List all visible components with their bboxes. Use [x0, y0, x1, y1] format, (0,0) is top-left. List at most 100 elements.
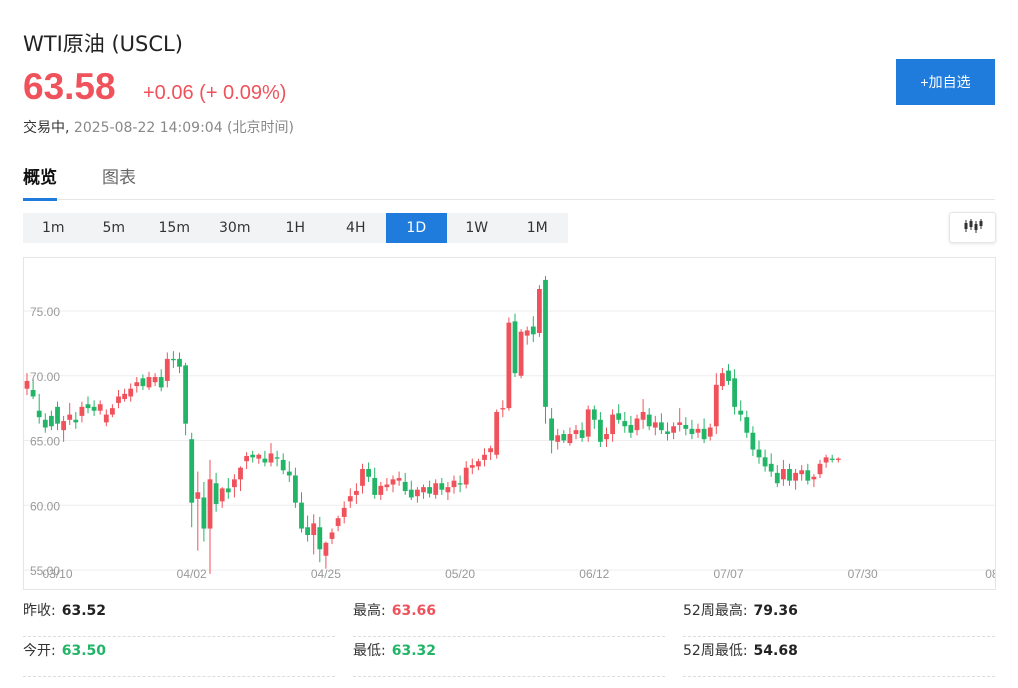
timestamp: 2025-08-22 14:09:04 (北京时间): [73, 120, 294, 136]
candle-body: [299, 502, 304, 529]
period-1d[interactable]: 1D: [386, 213, 447, 243]
period-1m[interactable]: 1M: [507, 213, 568, 243]
stat-label: 52周最高:: [683, 603, 748, 619]
candle-body: [573, 430, 579, 435]
candle-body: [366, 468, 371, 477]
candle-body: [305, 527, 310, 536]
candle-body: [445, 487, 451, 493]
stat-52w-high: 52周最高: 79.36: [683, 600, 995, 637]
candle-body: [652, 422, 658, 428]
candle-body: [341, 507, 347, 517]
candle-body: [189, 439, 195, 503]
stat-value: 79.36: [753, 603, 798, 619]
candle-body: [817, 463, 823, 475]
candlestick-chart[interactable]: 75.0070.0065.0060.0055.0003/10 04/02 04/25…: [24, 258, 1009, 589]
candle-body: [756, 449, 762, 458]
candle-body: [286, 471, 292, 476]
candle-body: [482, 454, 487, 460]
period-1m[interactable]: 1m: [23, 213, 84, 243]
stat-low: 最低: 63.32: [353, 640, 665, 677]
chart-type-button[interactable]: [949, 212, 996, 243]
y-tick-label: 60.00: [30, 499, 60, 513]
stat-prev-close: 昨收: 63.52: [23, 600, 335, 637]
y-tick-label: 65.00: [30, 435, 60, 449]
period-selector: 1m 5m 15m 30m 1H 4H 1D 1W 1M: [23, 213, 568, 243]
candle-body: [73, 419, 79, 423]
candle-body: [591, 409, 597, 420]
candle-body: [384, 484, 390, 488]
candle-body: [543, 279, 548, 407]
period-30m[interactable]: 30m: [205, 213, 266, 243]
candle-body: [30, 389, 36, 397]
candle-body: [469, 465, 475, 468]
candle-body: [701, 428, 707, 440]
candle-body: [604, 434, 609, 440]
candle-body: [805, 470, 811, 481]
candle-body: [787, 468, 792, 481]
stat-value: 63.52: [61, 603, 107, 619]
candle-body: [439, 483, 445, 490]
candle-body: [311, 523, 317, 536]
period-15m[interactable]: 15m: [144, 213, 205, 243]
candle-body: [695, 428, 701, 433]
stat-52w-low: 52周最低: 54.68: [683, 640, 995, 677]
period-1h[interactable]: 1H: [265, 213, 326, 243]
candle-body: [24, 380, 30, 389]
add-watchlist-button[interactable]: +加自选: [896, 59, 995, 105]
x-tick-label: 05/20: [445, 567, 475, 581]
candle-body: [488, 448, 493, 453]
candle-body: [659, 422, 664, 431]
candle-body: [201, 497, 207, 529]
x-tick-label: 07/30: [848, 567, 878, 581]
candle-body: [555, 435, 561, 442]
x-tick-label: 04/02: [177, 567, 207, 581]
candle-body: [85, 404, 91, 409]
candle-body: [616, 413, 622, 420]
stat-high: 最高: 63.66: [353, 600, 665, 637]
candle-body: [665, 431, 670, 435]
candle-body: [683, 424, 689, 429]
candle-body: [67, 414, 73, 420]
candle-body: [378, 485, 384, 495]
candle-body: [518, 331, 524, 376]
candle-body: [79, 406, 85, 416]
candle-body: [140, 378, 146, 387]
x-tick-label: 08/2: [985, 567, 995, 581]
candle-body: [726, 370, 731, 381]
stat-open: 今开: 63.50: [23, 640, 335, 677]
period-4h[interactable]: 4H: [326, 213, 387, 243]
stat-value: 63.32: [391, 643, 437, 659]
y-tick-label: 70.00: [30, 370, 60, 384]
candle-body: [530, 326, 536, 335]
candle-body: [500, 408, 506, 410]
candle-body: [408, 489, 414, 498]
candle-body: [238, 467, 243, 480]
candle-body: [317, 527, 323, 550]
candle-body: [219, 488, 225, 502]
candle-body: [720, 373, 725, 387]
candle-body: [427, 487, 432, 494]
candle-body: [646, 414, 652, 427]
candle-body: [280, 459, 286, 471]
candle-body: [110, 408, 115, 415]
candle-body: [476, 461, 481, 467]
candle-body: [549, 418, 554, 441]
candle-body: [262, 458, 268, 463]
price-chart[interactable]: 75.00 70.00 65.00 60.00 55.00 03/10 04/02 04/25…: [23, 257, 1009, 590]
candle-body: [634, 418, 640, 431]
y-tick-label: 75.00: [30, 305, 60, 319]
candle-body: [567, 434, 573, 444]
period-1w[interactable]: 1W: [447, 213, 508, 243]
candle-body: [42, 419, 48, 428]
candle-body: [781, 468, 786, 480]
candle-body: [103, 414, 109, 423]
candle-body: [372, 478, 378, 495]
tab-chart[interactable]: 图表: [102, 163, 136, 198]
tab-overview[interactable]: 概览: [23, 163, 57, 201]
stat-label: 今开:: [23, 643, 56, 659]
stat-value: 54.68: [753, 643, 798, 659]
period-5m[interactable]: 5m: [84, 213, 145, 243]
candle-body: [396, 478, 402, 481]
candle-body: [628, 424, 634, 433]
last-price: 63.58: [23, 66, 116, 107]
